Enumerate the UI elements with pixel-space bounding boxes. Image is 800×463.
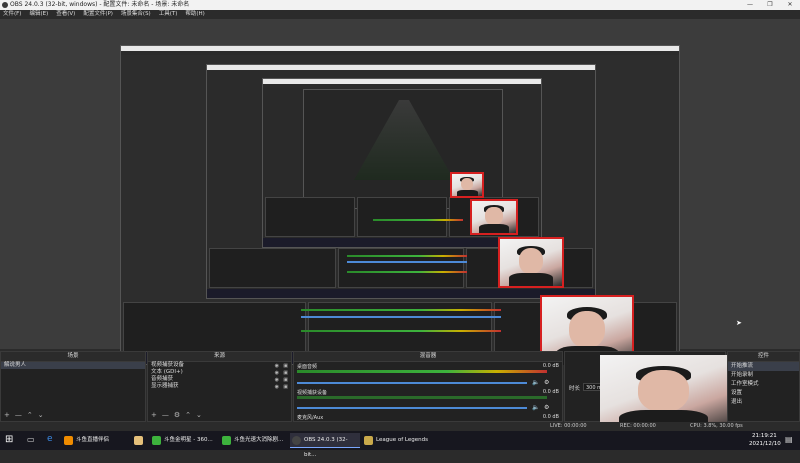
tunnel-effect bbox=[354, 100, 454, 180]
lock-icon[interactable]: ▣ bbox=[283, 370, 288, 376]
mixer-channel-db: 0.0 dB bbox=[542, 414, 559, 420]
taskbar-item-obs[interactable]: OBS 24.0.3 (32-bit... bbox=[290, 433, 360, 458]
obs-logo-icon bbox=[2, 2, 8, 8]
mixer-channel-name: 桌面音频 bbox=[297, 364, 318, 370]
lock-icon[interactable]: ▣ bbox=[283, 363, 288, 369]
settings-button[interactable]: 设置 bbox=[728, 389, 799, 398]
mouse-cursor-icon: ➤ bbox=[736, 319, 742, 327]
sources-dock: 来源 视频捕获设备 文本 (GDI+) 音频捕获 显示器捕获 ◉ ▣ ◉ ▣ ◉ ▣ … bbox=[147, 351, 292, 422]
start-streaming-button[interactable]: 开始推流 bbox=[728, 362, 799, 371]
menu-tools[interactable]: 工具(T) bbox=[159, 10, 178, 19]
mixer-channel-name: 视频捕获设备 bbox=[297, 390, 328, 396]
webcam-overlay-nested-3 bbox=[470, 199, 518, 235]
webcam-overlay bbox=[600, 355, 727, 431]
clock-time[interactable]: 21:19:21 bbox=[752, 433, 777, 439]
eye-icon[interactable]: ◉ bbox=[275, 363, 279, 369]
menu-help[interactable]: 帮助(H) bbox=[185, 10, 204, 19]
menu-bar: 文件(F) 编辑(E) 查看(V) 配置文件(P) 场景集合(S) 工具(T) … bbox=[0, 10, 800, 19]
gear-icon[interactable]: ⚙ bbox=[544, 404, 549, 411]
notification-icon[interactable]: ▤ bbox=[785, 435, 793, 444]
live-timer: LIVE: 00:00:00 bbox=[550, 423, 587, 429]
scenes-dock: 场景 解说男人 + — ⌃ ⌄ bbox=[0, 351, 146, 422]
mixer-channel-db: 0.0 dB bbox=[542, 389, 559, 395]
title-bar: OBS 24.0.3 (32-bit, windows) - 配置文件: 未命名… bbox=[0, 0, 800, 10]
start-recording-button[interactable]: 开始录制 bbox=[728, 371, 799, 380]
move-down-scene-button[interactable]: ⌄ bbox=[38, 411, 44, 419]
remove-source-button[interactable]: — bbox=[162, 411, 169, 419]
menu-scene-collection[interactable]: 场景集合(S) bbox=[121, 10, 151, 19]
sources-dock-title: 来源 bbox=[148, 352, 291, 362]
cpu-status: CPU: 3.8%, 30.00 fps bbox=[690, 423, 743, 429]
file-explorer-icon bbox=[134, 436, 143, 445]
taskbar-item[interactable]: 斗鱼金明星 - 360... bbox=[150, 433, 218, 448]
league-of-legends-icon bbox=[364, 436, 373, 445]
menu-view[interactable]: 查看(V) bbox=[56, 10, 75, 19]
gear-icon[interactable]: ⚙ bbox=[544, 379, 549, 386]
maximize-button[interactable]: ❐ bbox=[760, 0, 780, 10]
mixer-channel-db: 0.0 dB bbox=[542, 363, 559, 369]
scenes-dock-title: 场景 bbox=[1, 352, 145, 362]
preview-canvas[interactable] bbox=[120, 45, 680, 365]
duration-label: 时长 bbox=[569, 386, 581, 392]
taskbar-item[interactable]: League of Legends bbox=[362, 433, 434, 448]
source-item-audio[interactable]: 音频捕获 bbox=[148, 376, 291, 383]
remove-scene-button[interactable]: — bbox=[15, 411, 22, 419]
mixer-channel-name: 麦克风/Aux bbox=[297, 415, 324, 421]
source-item-text[interactable]: 文本 (GDI+) bbox=[148, 369, 291, 376]
add-source-button[interactable]: + bbox=[151, 411, 157, 419]
webcam-overlay-nested-2 bbox=[498, 237, 564, 288]
menu-profile[interactable]: 配置文件(P) bbox=[83, 10, 113, 19]
window-title: OBS 24.0.3 (32-bit, windows) - 配置文件: 未命名… bbox=[10, 1, 190, 8]
status-bar: LIVE: 00:00:00 REC: 00:00:00 CPU: 3.8%, … bbox=[0, 422, 800, 431]
move-up-source-button[interactable]: ⌃ bbox=[185, 411, 191, 419]
source-settings-gear-icon[interactable]: ⚙ bbox=[174, 411, 180, 419]
browser-360-icon bbox=[152, 436, 161, 445]
menu-file[interactable]: 文件(F) bbox=[3, 10, 21, 19]
webcam-overlay-nested-4 bbox=[450, 172, 484, 198]
minimize-button[interactable]: — bbox=[740, 0, 760, 10]
move-down-source-button[interactable]: ⌄ bbox=[196, 411, 202, 419]
lock-icon[interactable]: ▣ bbox=[283, 377, 288, 383]
windows-taskbar: ⊞ ▭ e 斗鱼直播伴侣 斗鱼金明星 - 360... 斗鱼光速大消除剧... … bbox=[0, 431, 800, 458]
douyu-app-icon bbox=[64, 436, 73, 445]
lock-icon[interactable]: ▣ bbox=[283, 384, 288, 390]
clock-date[interactable]: 2021/12/10 bbox=[749, 441, 781, 447]
browser-360-icon bbox=[222, 436, 231, 445]
controls-dock-title: 控件 bbox=[728, 352, 799, 362]
eye-icon[interactable]: ◉ bbox=[275, 377, 279, 383]
eye-icon[interactable]: ◉ bbox=[275, 370, 279, 376]
menu-edit[interactable]: 编辑(E) bbox=[29, 10, 48, 19]
exit-button[interactable]: 退出 bbox=[728, 398, 799, 407]
controls-dock: 控件 开始推流 开始录制 工作室模式 设置 退出 bbox=[727, 351, 800, 422]
windows-start-icon[interactable]: ⊞ bbox=[5, 434, 13, 445]
taskbar-item[interactable] bbox=[132, 433, 148, 448]
move-up-scene-button[interactable]: ⌃ bbox=[27, 411, 33, 419]
source-item-video[interactable]: 视频捕获设备 bbox=[148, 362, 291, 369]
edge-browser-icon[interactable]: e bbox=[47, 434, 53, 444]
speaker-icon[interactable]: 🔈 bbox=[532, 404, 539, 411]
add-scene-button[interactable]: + bbox=[4, 411, 10, 419]
preview-area[interactable]: ➤ bbox=[0, 19, 800, 365]
mixer-dock-title: 混音器 bbox=[294, 352, 562, 362]
close-button[interactable]: ✕ bbox=[780, 0, 800, 10]
eye-icon[interactable]: ◉ bbox=[275, 384, 279, 390]
taskbar-item[interactable]: 斗鱼直播伴侣 bbox=[62, 433, 130, 448]
task-view-icon[interactable]: ▭ bbox=[27, 435, 35, 444]
source-item-display[interactable]: 显示器捕获 bbox=[148, 383, 291, 390]
obs-icon bbox=[292, 436, 301, 445]
taskbar-item[interactable]: 斗鱼光速大消除剧... bbox=[220, 433, 288, 448]
studio-mode-button[interactable]: 工作室模式 bbox=[728, 380, 799, 389]
volume-slider[interactable] bbox=[297, 382, 527, 384]
volume-slider[interactable] bbox=[297, 407, 527, 409]
speaker-icon[interactable]: 🔈 bbox=[532, 379, 539, 386]
rec-timer: REC: 00:00:00 bbox=[620, 423, 656, 429]
mixer-dock: 混音器 桌面音频 0.0 dB 🔈 ⚙ 视频捕获设备 0.0 dB 🔈 ⚙ 麦克… bbox=[293, 351, 563, 422]
scene-item[interactable]: 解说男人 bbox=[1, 362, 145, 369]
